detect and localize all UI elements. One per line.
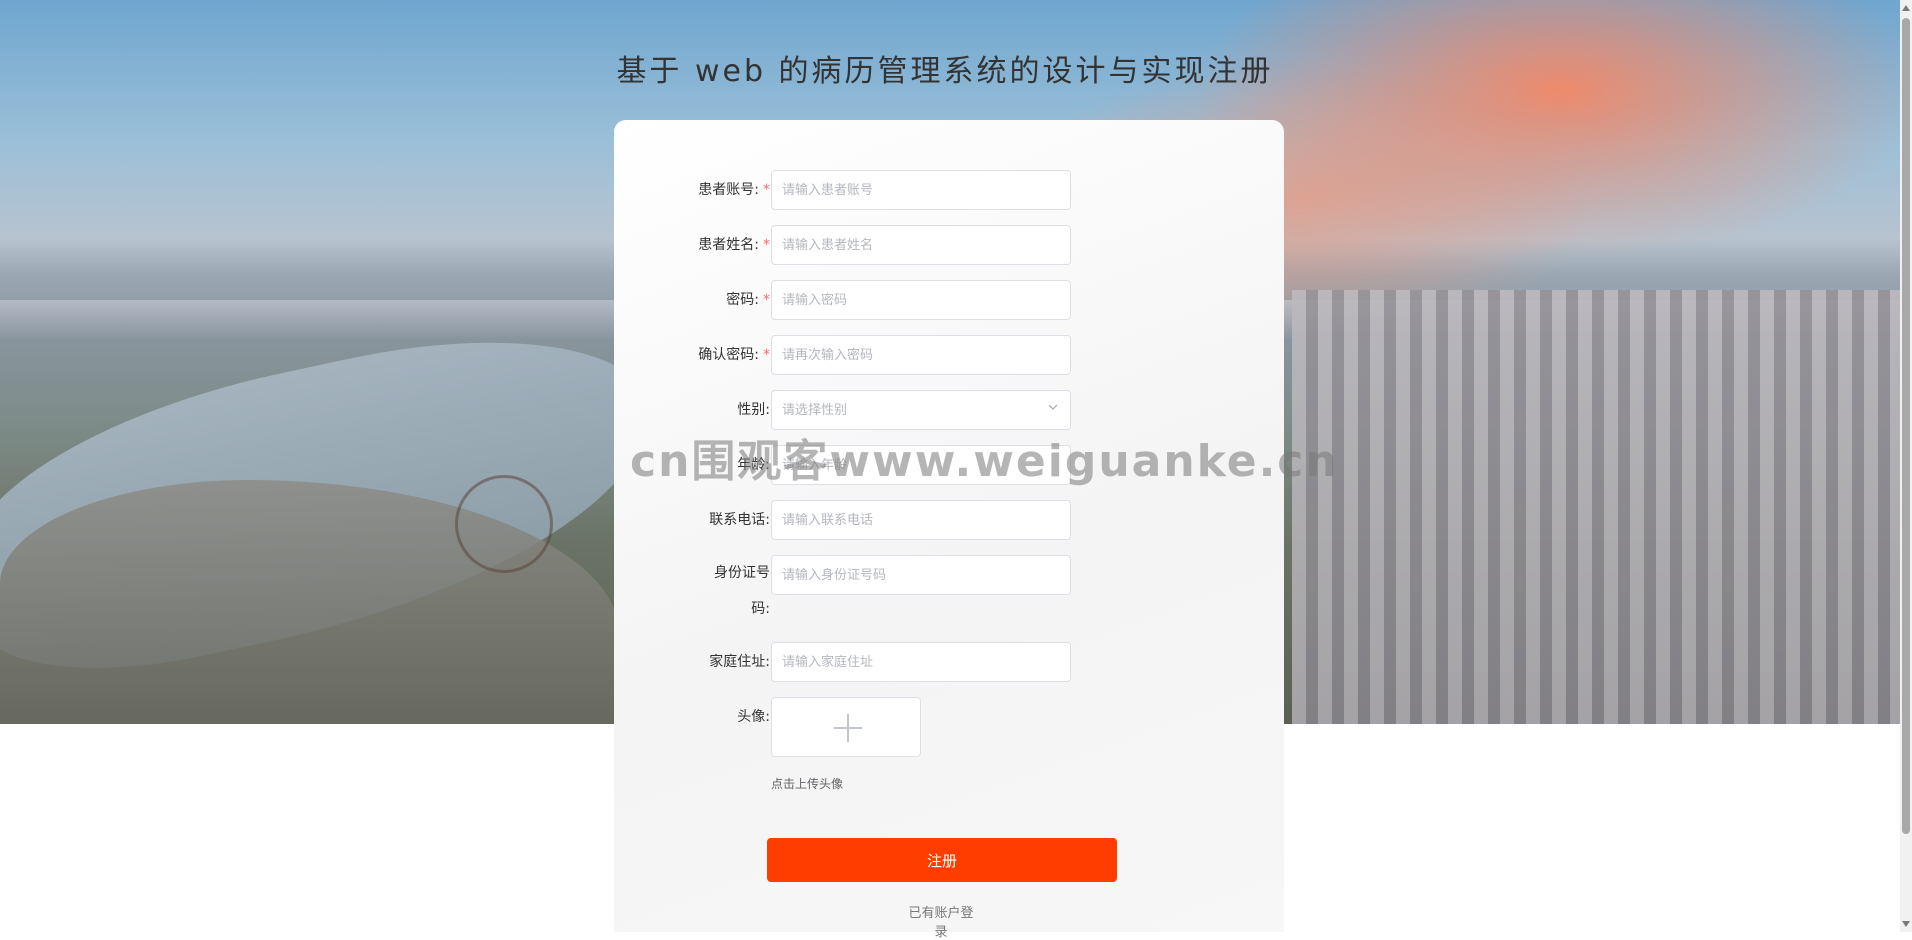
- scroll-down-arrow-icon[interactable]: [1902, 921, 1910, 927]
- plus-icon-vertical[interactable]: [847, 714, 849, 742]
- page-title: 基于 web 的病历管理系统的设计与实现注册: [616, 54, 1274, 89]
- scrollbar-thumb[interactable]: [1902, 18, 1910, 834]
- background-city: [1292, 290, 1912, 724]
- avatar-upload-hint: 点击上传头像: [771, 777, 844, 791]
- required-mark: *: [763, 347, 770, 363]
- field-label-gender: 性别:: [737, 402, 770, 418]
- id-number-field[interactable]: [772, 556, 1052, 594]
- gender-select[interactable]: [771, 390, 1071, 430]
- register-button[interactable]: 注册: [767, 838, 1117, 882]
- field-label-password: 密码: *: [726, 292, 770, 308]
- field-label-avatar: 头像:: [737, 709, 770, 725]
- field-label-id-number: 身份证号码:: [714, 565, 770, 617]
- avatar-upload[interactable]: [771, 697, 921, 757]
- field-label-name: 患者姓名: *: [698, 237, 770, 253]
- scroll-up-arrow-icon[interactable]: [1902, 5, 1910, 11]
- password-input[interactable]: [771, 280, 1071, 320]
- page-scrollbar[interactable]: [1900, 0, 1912, 932]
- field-label-confirm-password: 确认密码: *: [698, 347, 770, 363]
- chevron-down-icon[interactable]: [1048, 402, 1058, 412]
- login-link[interactable]: 已有账户登录: [907, 902, 975, 940]
- required-mark: *: [763, 182, 770, 198]
- field-label-account: 患者账号: *: [698, 182, 770, 198]
- password-field[interactable]: [772, 281, 1052, 319]
- required-mark: *: [763, 237, 770, 253]
- register-card: 患者账号:* 患者姓名:* 密码:* 确认密码:* 性别: 年龄: 联系电话: …: [614, 120, 1284, 940]
- address-input[interactable]: [771, 642, 1071, 682]
- ferris-wheel-image: [455, 475, 553, 573]
- required-mark: *: [763, 292, 770, 308]
- phone-field[interactable]: [772, 501, 1052, 539]
- account-field[interactable]: [772, 171, 1052, 209]
- phone-input[interactable]: [771, 500, 1071, 540]
- field-label-phone: 联系电话:: [709, 512, 770, 528]
- field-label-address: 家庭住址:: [709, 654, 770, 670]
- watermark-text: cn围观客www.weiguanke.cn: [630, 436, 1339, 487]
- confirm-password-input[interactable]: [771, 335, 1071, 375]
- address-field[interactable]: [772, 643, 1052, 681]
- gender-field[interactable]: [772, 391, 1052, 429]
- name-field[interactable]: [772, 226, 1052, 264]
- id-number-input[interactable]: [771, 555, 1071, 595]
- account-input[interactable]: [771, 170, 1071, 210]
- name-input[interactable]: [771, 225, 1071, 265]
- confirm-password-field[interactable]: [772, 336, 1052, 374]
